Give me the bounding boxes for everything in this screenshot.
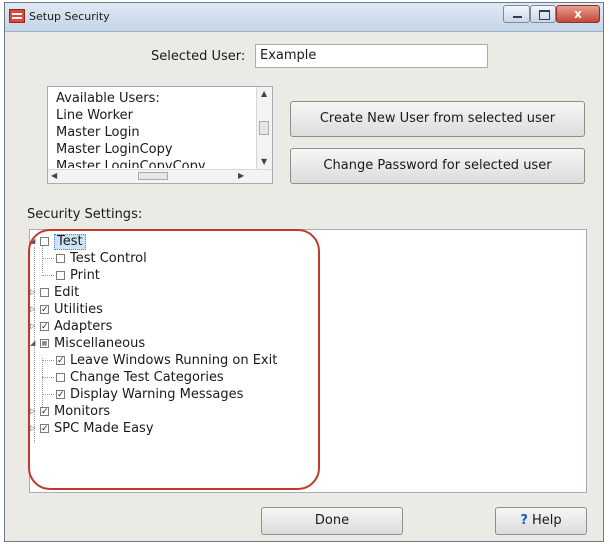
scroll-up-icon[interactable]: ▲ bbox=[261, 89, 267, 99]
checkbox[interactable] bbox=[56, 373, 65, 382]
tree-node-label[interactable]: Utilities bbox=[54, 301, 103, 318]
checked-checkbox-icon[interactable]: ✓ bbox=[40, 424, 49, 434]
scroll-right-icon[interactable]: ▶ bbox=[238, 171, 244, 181]
tree-connector bbox=[42, 394, 54, 395]
expand-closed-icon[interactable]: ▷ bbox=[30, 318, 38, 335]
minimize-button[interactable] bbox=[503, 5, 530, 23]
tree-node-label[interactable]: Display Warning Messages bbox=[70, 386, 243, 403]
tree-node-label[interactable]: Adapters bbox=[54, 318, 112, 335]
list-horizontal-scrollbar[interactable]: ◀ ▶ bbox=[48, 169, 272, 183]
tree-node-label[interactable]: Test Control bbox=[70, 250, 147, 267]
help-label: Help bbox=[532, 513, 562, 528]
tree-node-label[interactable]: Change Test Categories bbox=[70, 369, 224, 386]
checkbox[interactable] bbox=[40, 237, 49, 246]
expand-open-icon[interactable]: ◢ bbox=[30, 335, 38, 352]
tree-connector bbox=[42, 275, 54, 276]
list-header: Available Users: bbox=[56, 91, 160, 106]
checkbox[interactable] bbox=[56, 271, 65, 280]
tree-node-label[interactable]: SPC Made Easy bbox=[54, 420, 154, 437]
tree-node-spc-made-easy[interactable]: ▷ ✓ SPC Made Easy bbox=[30, 420, 586, 437]
app-icon bbox=[9, 9, 25, 23]
title-bar[interactable]: Setup Security x bbox=[5, 3, 603, 32]
minimize-icon bbox=[513, 16, 522, 18]
tree-node-label[interactable]: Miscellaneous bbox=[54, 335, 145, 352]
scroll-thumb[interactable] bbox=[259, 121, 269, 135]
tree-node-test[interactable]: ◢ Test bbox=[30, 233, 586, 250]
create-user-button[interactable]: Create New User from selected user bbox=[290, 101, 585, 137]
tree-connector bbox=[42, 360, 54, 361]
maximize-button[interactable] bbox=[530, 5, 556, 23]
expand-open-icon[interactable]: ◢ bbox=[30, 233, 38, 250]
expand-closed-icon[interactable]: ▷ bbox=[30, 403, 38, 420]
checked-checkbox-icon[interactable]: ✓ bbox=[40, 305, 49, 315]
tree-node-print[interactable]: Print bbox=[30, 267, 586, 284]
tree-node-display-warning-messages[interactable]: ✓ Display Warning Messages bbox=[30, 386, 586, 403]
security-settings-tree[interactable]: ◢ Test Test Control Print ▷ Edit ▷ ✓ Uti… bbox=[29, 229, 587, 493]
available-users-list[interactable]: Available Users: Line Worker Master Logi… bbox=[47, 86, 273, 184]
tree-node-label[interactable]: Test bbox=[54, 234, 86, 250]
close-button[interactable]: x bbox=[556, 5, 600, 23]
scroll-left-icon[interactable]: ◀ bbox=[51, 171, 57, 181]
checked-checkbox-icon[interactable]: ✓ bbox=[56, 356, 65, 366]
checked-checkbox-icon[interactable]: ✓ bbox=[40, 322, 49, 332]
window-title: Setup Security bbox=[29, 10, 110, 23]
selected-user-field[interactable]: Example bbox=[255, 44, 488, 68]
tree-node-label[interactable]: Monitors bbox=[54, 403, 110, 420]
checkbox[interactable] bbox=[40, 288, 49, 297]
tree-node-label[interactable]: Leave Windows Running on Exit bbox=[70, 352, 277, 369]
list-vertical-scrollbar[interactable]: ▲ ▼ bbox=[256, 87, 272, 171]
maximize-icon bbox=[539, 10, 550, 20]
checked-checkbox-icon[interactable]: ✓ bbox=[40, 407, 49, 417]
checkbox[interactable] bbox=[56, 254, 65, 263]
close-icon: x bbox=[574, 7, 582, 21]
done-button[interactable]: Done bbox=[261, 507, 403, 535]
list-item[interactable]: Master LoginCopy bbox=[48, 141, 272, 158]
checked-checkbox-icon[interactable]: ✓ bbox=[56, 390, 65, 400]
tree-node-edit[interactable]: ▷ Edit bbox=[30, 284, 586, 301]
scroll-thumb[interactable] bbox=[138, 172, 168, 180]
change-password-button[interactable]: Change Password for selected user bbox=[290, 148, 585, 184]
list-item[interactable]: Master Login bbox=[48, 124, 272, 141]
tree-node-utilities[interactable]: ▷ ✓ Utilities bbox=[30, 301, 586, 318]
list-item[interactable]: Master LoginCopyCopy bbox=[48, 158, 272, 168]
tree-node-label[interactable]: Edit bbox=[54, 284, 79, 301]
selected-user-label: Selected User: bbox=[151, 49, 246, 64]
tree-node-leave-windows-running[interactable]: ✓ Leave Windows Running on Exit bbox=[30, 352, 586, 369]
help-button[interactable]: ? Help bbox=[495, 507, 587, 535]
tree-node-adapters[interactable]: ▷ ✓ Adapters bbox=[30, 318, 586, 335]
tree-node-change-test-categories[interactable]: Change Test Categories bbox=[30, 369, 586, 386]
list-item[interactable]: Line Worker bbox=[48, 107, 272, 124]
tree-node-miscellaneous[interactable]: ◢ ■ Miscellaneous bbox=[30, 335, 586, 352]
tree-connector bbox=[42, 377, 54, 378]
tree-node-label[interactable]: Print bbox=[70, 267, 100, 284]
scroll-down-icon[interactable]: ▼ bbox=[261, 157, 267, 167]
expand-closed-icon[interactable]: ▷ bbox=[30, 284, 38, 301]
tree-node-monitors[interactable]: ▷ ✓ Monitors bbox=[30, 403, 586, 420]
expand-closed-icon[interactable]: ▷ bbox=[30, 301, 38, 318]
security-settings-label: Security Settings: bbox=[27, 207, 143, 222]
tree-connector bbox=[42, 258, 54, 259]
help-icon: ? bbox=[520, 513, 528, 528]
expand-closed-icon[interactable]: ▷ bbox=[30, 420, 38, 437]
tree-node-test-control[interactable]: Test Control bbox=[30, 250, 586, 267]
partial-checkbox-icon[interactable]: ■ bbox=[40, 339, 49, 348]
setup-security-window: Setup Security x Selected User: Example … bbox=[4, 2, 604, 542]
